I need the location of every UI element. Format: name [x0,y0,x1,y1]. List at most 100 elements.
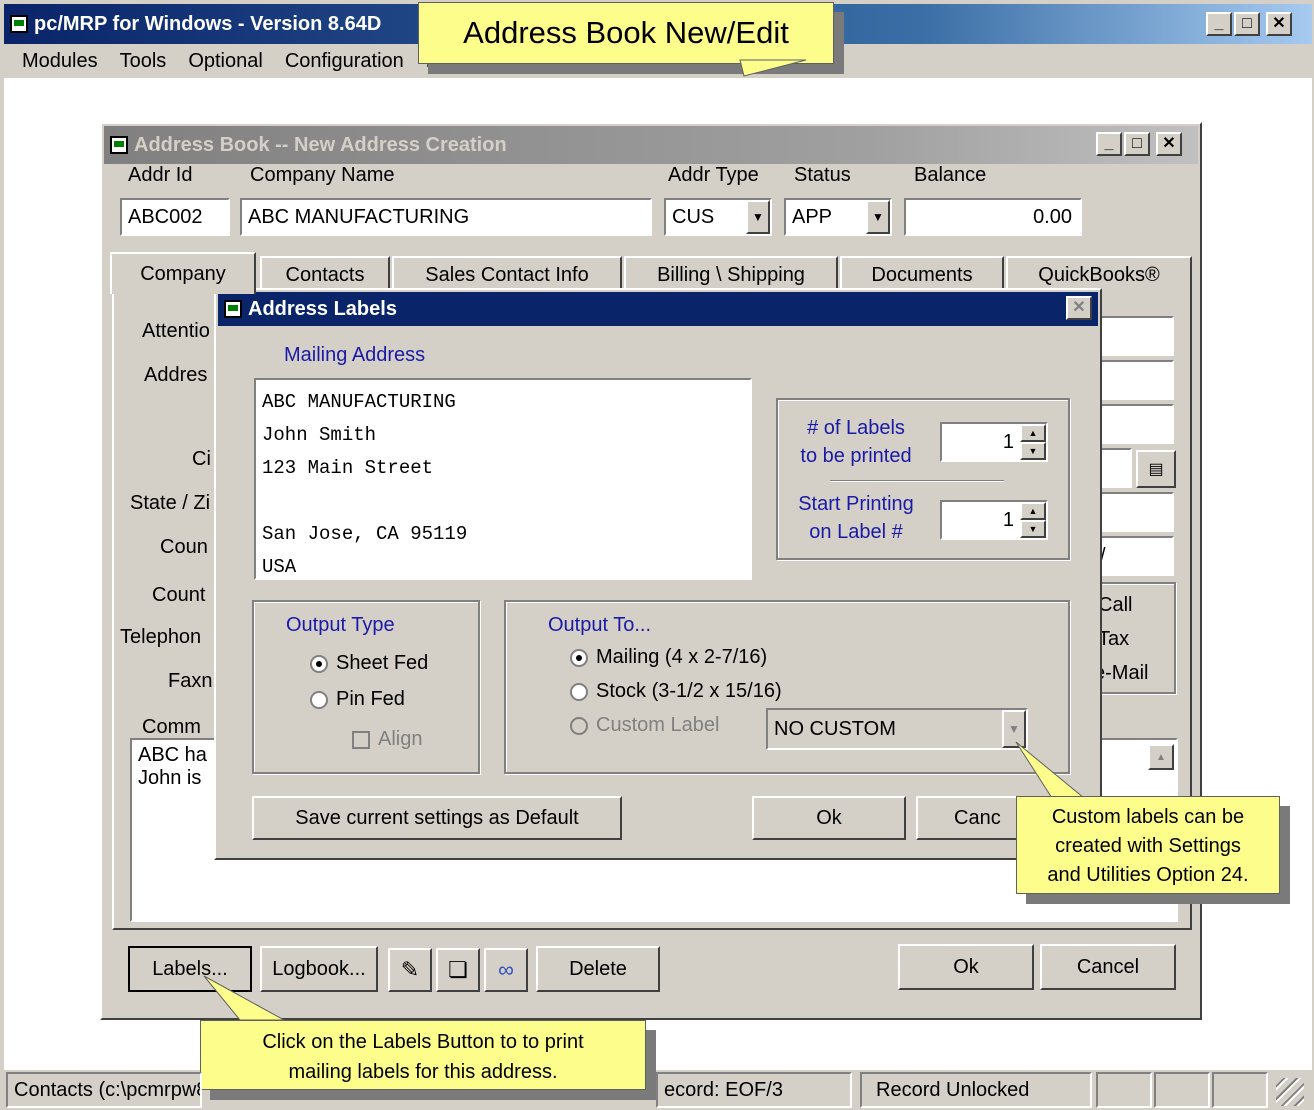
radio-selected-icon[interactable] [570,648,588,667]
tab-company[interactable]: Company [110,252,256,294]
status-contacts: Contacts (c:\pcmrpw8 [6,1072,202,1108]
state-zip-field[interactable] [1092,492,1174,532]
status-record: ecord: EOF/3 [656,1072,852,1108]
chevron-down-icon[interactable]: ▼ [746,200,770,234]
address-line1-field[interactable] [1092,360,1174,400]
custom-callout: Custom labels can be created with Settin… [1016,796,1280,894]
attention-label: Attentio [142,320,210,342]
divider [830,480,1004,482]
minimize-icon[interactable]: _ [1096,132,1122,156]
tab-documents[interactable]: Documents [840,256,1004,292]
delete-button-label: Delete [569,957,627,980]
address-book-title-bar: Address Book -- New Address Creation [104,126,1198,164]
document-icon[interactable]: ❏ [436,948,480,992]
main-caption-buttons: _ □ ✕ [1206,12,1292,36]
output-to-group: Output To... Mailing (4 x 2-7/16) Stock … [504,600,1070,774]
address-line-5: San Jose, CA 95119 [262,523,468,545]
align-checkbox: Align [352,728,422,751]
custom-callout-line1: Custom labels can be [1051,806,1245,828]
radio-selected-icon[interactable] [310,654,328,673]
save-default-button[interactable]: Save current settings as Default [252,796,622,840]
spin-up-icon[interactable]: ▲ [1020,424,1046,442]
addr-id-label: Addr Id [128,164,193,186]
labels-callout-line1: Click on the Labels Button to to print [262,1031,584,1053]
radio-icon[interactable] [570,682,588,701]
menu-modules[interactable]: Modules [22,50,98,73]
maximize-icon[interactable]: □ [1234,12,1260,36]
spin-up-icon[interactable]: ▲ [1020,502,1046,520]
custom-callout-line3: and Utilities Option 24. [1047,864,1249,886]
stock-label: Stock (3-1/2 x 15/16) [596,680,782,702]
menu-optional[interactable]: Optional [188,50,263,73]
comments-label: Comm [142,716,201,738]
tab-contacts[interactable]: Contacts [260,256,390,292]
labels-ok-button[interactable]: Ok [752,796,906,840]
company-name-field[interactable]: ABC MANUFACTURING [240,198,652,236]
fax-label: Faxn [168,670,213,692]
sheet-fed-label: Sheet Fed [336,652,429,674]
close-icon[interactable]: ✕ [1266,12,1292,36]
radio-disabled-icon [570,716,588,735]
cancel-button[interactable]: Cancel [1040,944,1176,990]
num-labels-spinner[interactable]: 1 ▲ ▼ [940,422,1048,462]
address-label: Addres [144,364,208,386]
spin-down-icon[interactable]: ▼ [1020,520,1046,538]
menu-tools[interactable]: Tools [120,50,167,73]
close-icon[interactable]: ✕ [1066,296,1092,320]
app-icon [10,15,28,33]
telephone-label: Telephon [120,626,202,648]
app-icon [224,300,242,318]
delete-button[interactable]: Delete [536,946,660,992]
ok-button-label: Ok [953,955,979,978]
num-labels-line2: to be printed [800,445,912,467]
labels-cancel-label: Canc [954,806,1001,829]
mailing-address-textarea[interactable]: ABC MANUFACTURING John Smith 123 Main St… [254,378,752,580]
addr-type-value: CUS [672,205,715,228]
output-type-title: Output Type [286,614,395,636]
link-icon[interactable]: ∞ [484,948,528,992]
addr-id-field[interactable]: ABC002 [120,198,230,236]
address-line2-field[interactable] [1092,404,1174,444]
balance-label: Balance [914,164,987,186]
close-icon[interactable]: ✕ [1156,132,1182,156]
tab-billing-shipping[interactable]: Billing \ Shipping [624,256,838,292]
contact-options-group: Call Tax e-Mail [1092,582,1176,694]
minimize-icon[interactable]: _ [1206,12,1232,36]
mailing-label: Mailing (4 x 2-7/16) [596,646,768,668]
pin-icon[interactable]: ✎ [388,948,432,992]
zip-lookup-icon[interactable]: ▤ [1136,450,1176,488]
start-label-spinner[interactable]: 1 ▲ ▼ [940,500,1048,540]
status-cell-1 [1096,1072,1152,1108]
tab-quickbooks[interactable]: QuickBooks® [1006,256,1192,292]
attention-field[interactable] [1092,316,1174,356]
tab-sales-contact-info[interactable]: Sales Contact Info [392,256,622,292]
address-line-1: ABC MANUFACTURING [262,391,456,413]
custom-label-select: NO CUSTOM ▼ [766,708,1028,750]
addr-type-select[interactable]: CUS ▼ [664,198,772,236]
resize-grip-icon[interactable] [1276,1078,1304,1106]
spin-down-icon[interactable]: ▼ [1020,442,1046,460]
spinner-arrows[interactable]: ▲ ▼ [1020,502,1046,538]
main-window-title: pc/MRP for Windows - Version 8.64D [34,12,382,35]
company-name-label: Company Name [250,164,395,186]
status-lock: Record Unlocked [860,1072,1092,1108]
sheet-fed-radio[interactable]: Sheet Fed [310,652,428,675]
county-field[interactable]: / [1092,536,1174,576]
status-select[interactable]: APP ▼ [784,198,892,236]
radio-icon[interactable] [310,690,328,709]
address-line-3: 123 Main Street [262,457,434,479]
spinner-arrows[interactable]: ▲ ▼ [1020,424,1046,460]
chevron-down-icon[interactable]: ▼ [866,200,890,234]
mailing-radio[interactable]: Mailing (4 x 2-7/16) [570,646,767,669]
pin-fed-radio[interactable]: Pin Fed [310,688,405,711]
mailing-address-label: Mailing Address [284,344,426,366]
stock-radio[interactable]: Stock (3-1/2 x 15/16) [570,680,782,703]
menu-configuration[interactable]: Configuration [285,50,404,73]
address-book-title: Address Book -- New Address Creation [134,133,507,156]
scroll-up-icon[interactable]: ▲ [1148,744,1174,770]
maximize-icon[interactable]: □ [1124,132,1150,156]
balance-field: 0.00 [904,198,1082,236]
address-labels-dialog: Address Labels ✕ Mailing Address ABC MAN… [214,288,1102,860]
ok-button[interactable]: Ok [898,944,1034,990]
city-label: Ci [192,448,211,470]
